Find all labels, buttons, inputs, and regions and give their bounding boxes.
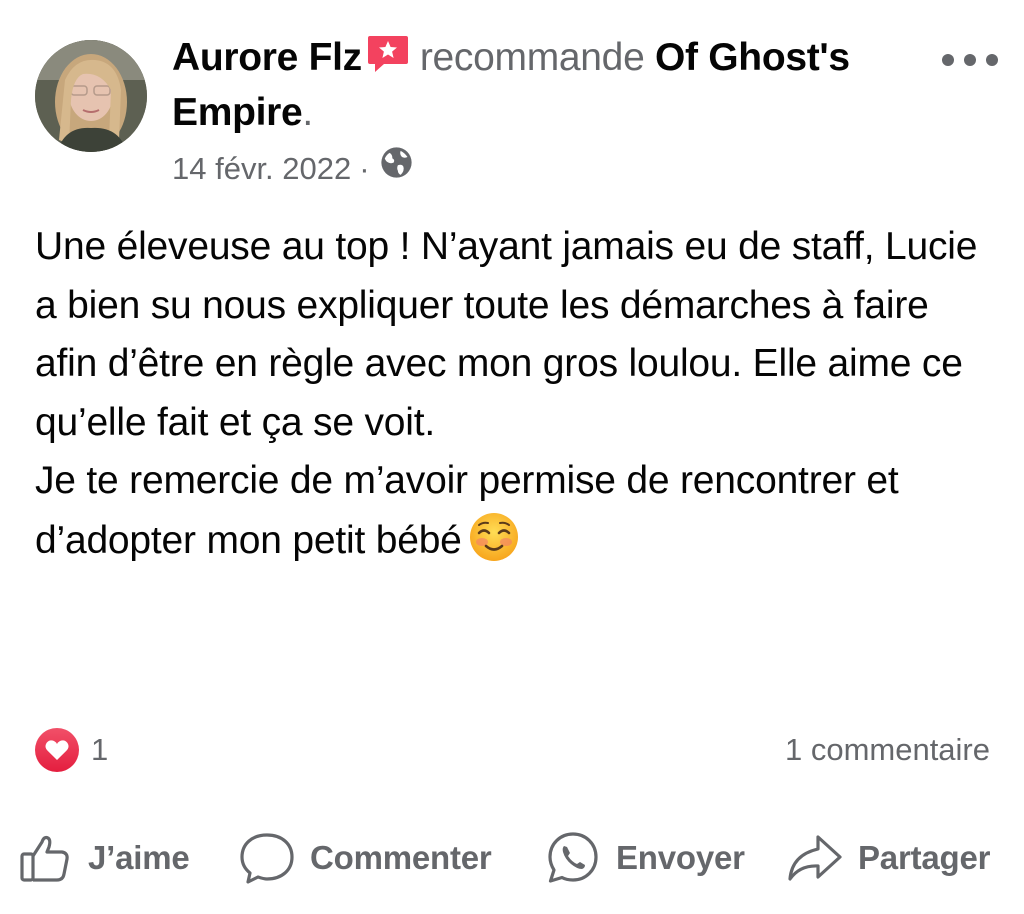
post-meta: 14 févr. 2022 · <box>172 146 413 191</box>
post-paragraph: Une éleveuse au top ! N’ayant jamais eu … <box>35 225 978 444</box>
post-body: Une éleveuse au top ! N’ayant jamais eu … <box>35 218 995 570</box>
share-arrow-icon <box>786 829 844 887</box>
comment-label: Commenter <box>310 839 492 876</box>
more-dot <box>964 54 976 66</box>
thumbs-up-icon <box>18 830 74 886</box>
recommend-verb: recommande <box>419 36 645 79</box>
globe-icon <box>380 146 413 191</box>
heart-icon <box>35 728 79 772</box>
comment-bubble-icon <box>238 829 296 887</box>
post-card: Aurore Flz recommande Of Ghost's Empire.… <box>0 0 1024 914</box>
comment-button[interactable]: Commenter <box>238 822 492 894</box>
whatsapp-icon <box>544 829 602 887</box>
send-button[interactable]: Envoyer <box>544 822 745 894</box>
share-button[interactable]: Partager <box>786 822 991 894</box>
like-button[interactable]: J’aime <box>18 822 190 894</box>
more-dot <box>986 54 998 66</box>
recommendation-badge-icon <box>366 34 410 74</box>
like-label: J’aime <box>88 839 190 876</box>
header-period: . <box>302 91 313 134</box>
post-paragraph-last: Je te remercie de m’avoir permise de ren… <box>35 452 995 570</box>
reaction-count: 1 <box>91 732 109 767</box>
more-options-icon[interactable] <box>942 40 998 80</box>
action-bar: J’aime Commenter Envoyer Partager <box>0 822 1024 894</box>
comments-count-link[interactable]: 1 commentaire <box>785 730 990 770</box>
author-name[interactable]: Aurore Flz <box>172 36 362 79</box>
reactions-summary[interactable]: 1 <box>35 728 108 772</box>
send-label: Envoyer <box>616 839 745 876</box>
smiling-face-icon <box>468 511 520 563</box>
meta-separator: · <box>359 150 370 186</box>
share-label: Partager <box>858 839 991 876</box>
post-header: Aurore Flz recommande Of Ghost's Empire. <box>172 30 872 140</box>
author-avatar[interactable] <box>35 40 147 152</box>
post-date[interactable]: 14 févr. 2022 <box>172 147 351 191</box>
more-dot <box>942 54 954 66</box>
